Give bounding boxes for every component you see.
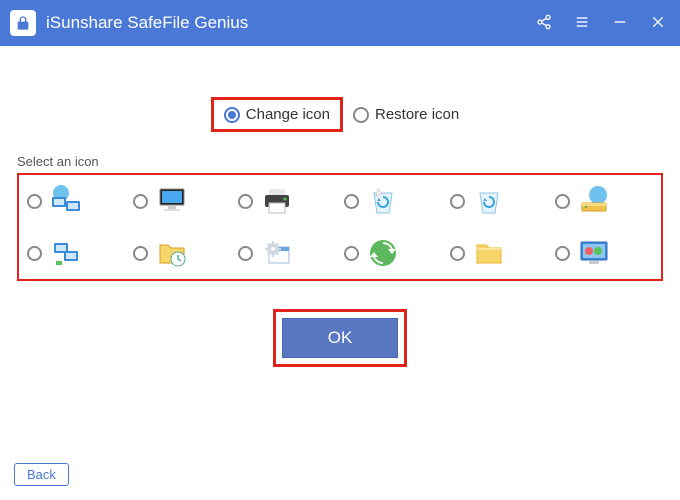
settings-gear-icon [259, 235, 295, 271]
titlebar: iSunshare SafeFile Genius [0, 0, 680, 46]
network-folder-icon [48, 235, 84, 271]
network-computers-icon [48, 183, 84, 219]
icon-option[interactable] [340, 181, 446, 221]
app-lock-icon [10, 10, 36, 36]
close-icon[interactable] [650, 14, 666, 33]
radio-unchecked-icon [353, 107, 369, 123]
change-icon-radio[interactable]: Change icon [211, 97, 343, 132]
radio-checked-icon [224, 107, 240, 123]
mode-radio-row: Change icon Restore icon [11, 97, 669, 132]
radio-unchecked-icon [344, 194, 359, 209]
radio-unchecked-icon [450, 194, 465, 209]
minimize-icon[interactable] [612, 14, 628, 33]
share-icon[interactable] [536, 14, 552, 33]
icon-option[interactable] [129, 181, 235, 221]
app-title: iSunshare SafeFile Genius [46, 13, 536, 33]
ok-button[interactable]: OK [282, 318, 398, 358]
printer-icon [259, 183, 295, 219]
folder-icon [471, 235, 507, 271]
radio-unchecked-icon [238, 194, 253, 209]
radio-unchecked-icon [133, 246, 148, 261]
sync-icon [365, 235, 401, 271]
radio-unchecked-icon [344, 246, 359, 261]
menu-icon[interactable] [574, 14, 590, 33]
select-icon-label: Select an icon [11, 154, 669, 169]
titlebar-controls [536, 14, 666, 33]
ok-button-label: OK [328, 328, 353, 348]
icon-option[interactable] [23, 233, 129, 273]
radio-unchecked-icon [133, 194, 148, 209]
monitor-icon [154, 183, 190, 219]
icon-option[interactable] [23, 181, 129, 221]
network-drive-icon [576, 183, 612, 219]
radio-unchecked-icon [555, 194, 570, 209]
radio-unchecked-icon [555, 246, 570, 261]
change-icon-label: Change icon [246, 106, 330, 123]
icon-option[interactable] [234, 233, 340, 273]
restore-icon-label: Restore icon [375, 106, 459, 123]
icon-option[interactable] [446, 233, 552, 273]
recycle-bin-full-icon [365, 183, 401, 219]
icon-option[interactable] [551, 233, 657, 273]
icon-option[interactable] [234, 181, 340, 221]
icon-grid [23, 181, 657, 273]
back-button-label: Back [27, 467, 56, 482]
back-button[interactable]: Back [14, 463, 69, 486]
icon-option[interactable] [340, 233, 446, 273]
app-window: iSunshare SafeFile Genius Change icon [0, 0, 680, 500]
restore-icon-radio[interactable]: Restore icon [343, 100, 469, 129]
radio-unchecked-icon [27, 194, 42, 209]
control-panel-icon [576, 235, 612, 271]
icon-option[interactable] [551, 181, 657, 221]
folder-history-icon [154, 235, 190, 271]
icon-option[interactable] [446, 181, 552, 221]
radio-unchecked-icon [27, 246, 42, 261]
content-area: Change icon Restore icon Select an icon [0, 46, 680, 500]
icon-option[interactable] [129, 233, 235, 273]
radio-unchecked-icon [450, 246, 465, 261]
icon-grid-highlight [17, 173, 663, 281]
ok-button-wrap: OK [11, 309, 669, 367]
ok-highlight: OK [273, 309, 407, 367]
recycle-bin-empty-icon [471, 183, 507, 219]
radio-unchecked-icon [238, 246, 253, 261]
